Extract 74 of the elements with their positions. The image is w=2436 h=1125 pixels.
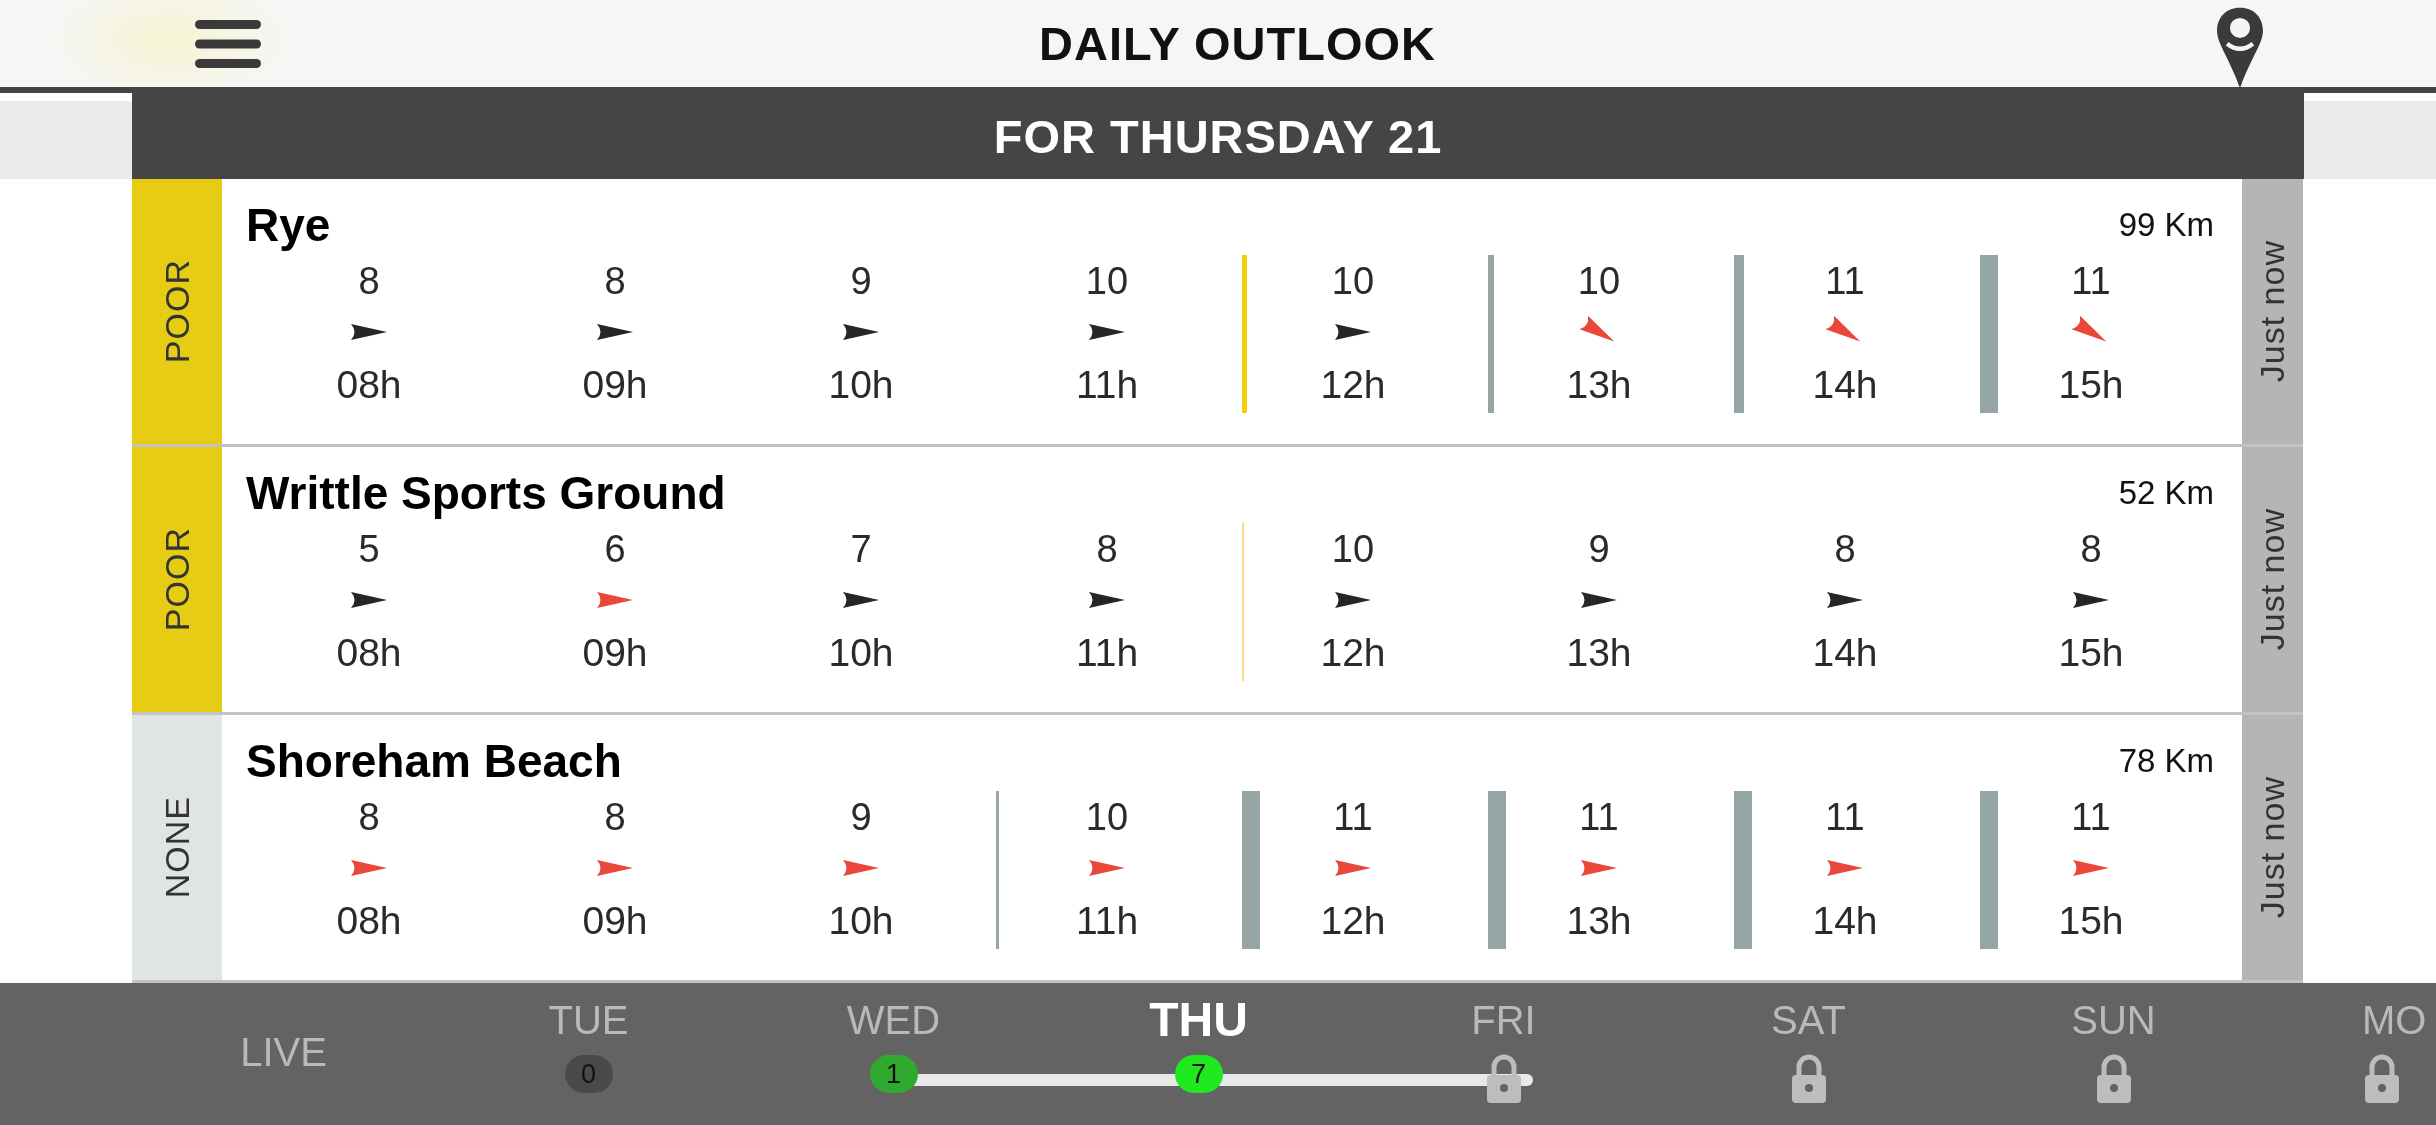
hour-label: 10h: [828, 898, 894, 944]
hour-label: 08h: [336, 362, 402, 408]
hour-label: 10h: [828, 362, 894, 408]
hour-label: 09h: [582, 630, 648, 676]
count-badge: 0: [564, 1055, 613, 1093]
hour-label: 14h: [1812, 362, 1878, 408]
hour-label: 09h: [582, 898, 648, 944]
distance-label: 78 Km: [2118, 742, 2214, 780]
wind-speed: 11: [1333, 795, 1373, 840]
wind-speed: 9: [1588, 527, 1610, 572]
updated-label: Just now: [2242, 715, 2303, 980]
wind-speed: 11: [1579, 795, 1619, 840]
spot-name[interactable]: Shoreham Beach: [246, 734, 622, 788]
wind-speed: 6: [604, 527, 626, 572]
wind-speed: 8: [2080, 527, 2102, 572]
wind-speed: 11: [2071, 795, 2111, 840]
hour-label: 12h: [1320, 630, 1386, 676]
day-tab[interactable]: TUE: [548, 995, 629, 1045]
day-tab[interactable]: WED: [846, 995, 941, 1045]
day-tab[interactable]: FRI: [1471, 995, 1536, 1045]
hour-label: 12h: [1320, 362, 1386, 408]
spot-name[interactable]: Writtle Sports Ground: [246, 466, 726, 520]
hour-label: 13h: [1566, 898, 1632, 944]
rating-label: POOR: [132, 447, 222, 712]
hour-label: 14h: [1812, 630, 1878, 676]
wind-speed: 9: [850, 259, 872, 304]
wind-speed: 10: [1085, 259, 1129, 304]
hour-label: 15h: [2058, 630, 2124, 676]
wind-speed: 8: [1096, 527, 1118, 572]
wind-speed: 11: [2071, 259, 2111, 304]
lock-icon: [2362, 1053, 2402, 1105]
wind-speed: 8: [358, 259, 380, 304]
wind-speed: 9: [850, 795, 872, 840]
count-badge: 7: [1174, 1055, 1223, 1093]
hour-label: 08h: [336, 898, 402, 944]
hour-label: 15h: [2058, 898, 2124, 944]
hour-label: 14h: [1812, 898, 1878, 944]
updated-label: Just now: [2242, 447, 2303, 712]
day-tab[interactable]: THU: [1149, 995, 1248, 1045]
page-title: DAILY OUTLOOK: [1039, 16, 1436, 71]
distance-label: 52 Km: [2118, 474, 2214, 512]
hour-label: 13h: [1566, 630, 1632, 676]
hour-label: 11h: [1075, 362, 1139, 408]
wind-speed: 10: [1577, 259, 1621, 304]
day-tab[interactable]: SAT: [1771, 995, 1846, 1045]
day-tab[interactable]: LIVE: [240, 1027, 327, 1077]
day-tab[interactable]: SUN: [2071, 995, 2156, 1045]
hour-label: 09h: [582, 362, 648, 408]
spot-name[interactable]: Rye: [246, 198, 331, 252]
wind-speed: 8: [604, 259, 626, 304]
rating-label: NONE: [132, 715, 222, 980]
wind-speed: 11: [1825, 795, 1865, 840]
hour-label: 12h: [1320, 898, 1386, 944]
hour-label: 13h: [1566, 362, 1632, 408]
hour-label: 10h: [828, 630, 894, 676]
hour-label: 11h: [1075, 630, 1139, 676]
rating-label: POOR: [132, 179, 222, 444]
updated-label: Just now: [2242, 179, 2303, 444]
hour-label: 08h: [336, 630, 402, 676]
wind-speed: 8: [358, 795, 380, 840]
wind-speed: 5: [358, 527, 380, 572]
wind-speed: 11: [1825, 259, 1865, 304]
wind-speed: 10: [1085, 795, 1129, 840]
hour-label: 15h: [2058, 362, 2124, 408]
count-badge: 1: [869, 1055, 918, 1093]
hour-label: 11h: [1075, 898, 1139, 944]
wind-speed: 7: [850, 527, 872, 572]
wind-speed: 8: [604, 795, 626, 840]
distance-label: 99 Km: [2118, 206, 2214, 244]
day-tab[interactable]: MO: [2362, 995, 2427, 1045]
date-title: FOR THURSDAY 21: [993, 108, 1443, 164]
wind-speed: 10: [1331, 527, 1375, 572]
wind-speed: 8: [1834, 527, 1856, 572]
wind-speed: 10: [1331, 259, 1375, 304]
